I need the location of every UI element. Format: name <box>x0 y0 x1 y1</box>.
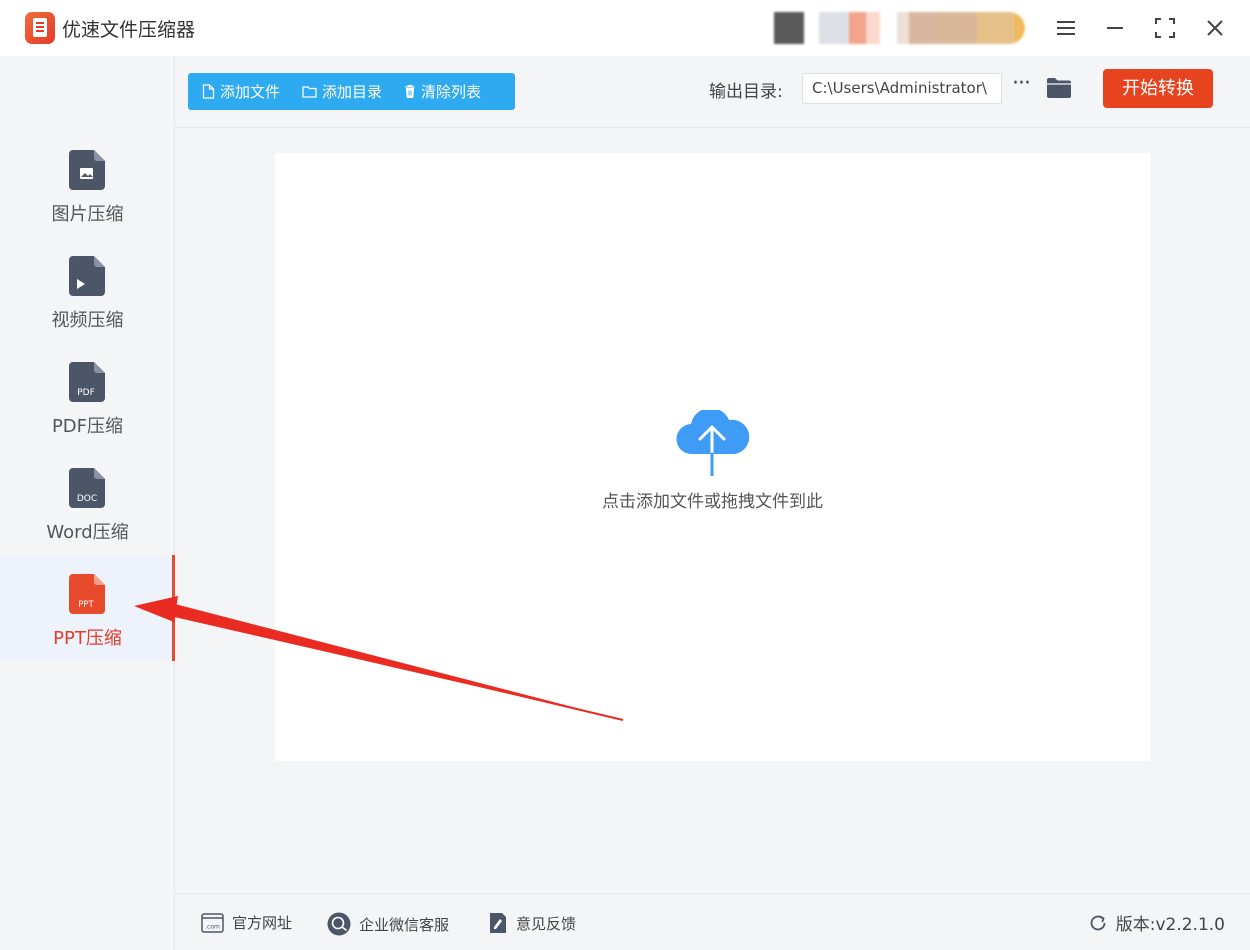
svg-text:PDF: PDF <box>77 388 95 398</box>
wechat-icon <box>327 912 351 936</box>
add-directory-label: 添加目录 <box>322 83 383 101</box>
wechat-service-label: 企业微信客服 <box>359 915 450 934</box>
maximize-icon[interactable] <box>1151 14 1179 42</box>
output-dir-label: 输出目录: <box>709 82 783 102</box>
sidebar-item-label: PDF压缩 <box>51 416 124 437</box>
sidebar-item-video-compress[interactable]: 视频压缩 <box>0 256 175 362</box>
add-directory-button[interactable]: 添加目录 <box>302 81 382 102</box>
file-drop-area[interactable]: 点击添加文件或拖拽文件到此 <box>275 153 1150 761</box>
refresh-icon[interactable] <box>1088 913 1108 933</box>
user-name-badge[interactable] <box>897 12 1025 44</box>
title-bar: 优速文件压缩器 <box>0 0 1250 56</box>
website-icon: .com <box>201 912 224 933</box>
add-file-label: 添加文件 <box>220 83 281 101</box>
version-info: 版本:v2.2.1.0 <box>1088 910 1225 935</box>
sidebar: 图片压缩 视频压缩 PDF PDF压缩 DOC Word压缩 PPT PPT压缩 <box>0 56 175 950</box>
clear-list-label: 清除列表 <box>421 83 482 101</box>
start-convert-button[interactable]: 开始转换 <box>1103 69 1213 108</box>
doc-file-icon: DOC <box>69 468 105 508</box>
close-icon[interactable] <box>1201 14 1229 42</box>
official-website-link[interactable]: .com 官方网址 <box>201 912 292 933</box>
app-title: 优速文件压缩器 <box>62 19 196 41</box>
open-folder-icon[interactable] <box>1046 76 1072 100</box>
feedback-link[interactable]: 意见反馈 <box>488 912 576 934</box>
cloud-upload-icon <box>676 410 750 476</box>
file-button-group: 添加文件 添加目录 清除列表 <box>188 73 515 110</box>
drop-hint-text: 点击添加文件或拖拽文件到此 <box>602 492 823 512</box>
svg-text:PPT: PPT <box>78 600 94 610</box>
wechat-service-link[interactable]: 企业微信客服 <box>327 912 449 936</box>
sidebar-item-label: Word压缩 <box>46 522 129 543</box>
user-avatar[interactable] <box>774 12 880 44</box>
sidebar-item-label: 图片压缩 <box>51 204 124 225</box>
feedback-label: 意见反馈 <box>516 914 577 933</box>
svg-text:DOC: DOC <box>77 494 97 504</box>
feedback-icon <box>490 913 506 933</box>
more-options-button[interactable]: ··· <box>1009 71 1033 101</box>
footer: .com 官方网址 企业微信客服 意见反馈 版本:v2.2.1.0 <box>175 893 1250 950</box>
minimize-icon[interactable] <box>1101 14 1129 42</box>
svg-text:.com: .com <box>205 923 220 930</box>
pdf-file-icon: PDF <box>69 362 105 402</box>
version-label: 版本:v2.2.1.0 <box>1115 915 1225 935</box>
sidebar-item-label: 视频压缩 <box>51 310 124 331</box>
sidebar-item-label: PPT压缩 <box>53 628 122 649</box>
sidebar-item-ppt-compress[interactable]: PPT PPT压缩 <box>0 555 175 661</box>
toolbar: 添加文件 添加目录 清除列表 输出目录: C:\Users\Administra… <box>175 56 1250 128</box>
active-indicator <box>172 555 175 661</box>
trash-icon <box>405 85 416 98</box>
official-website-label: 官方网址 <box>232 914 293 932</box>
sidebar-item-image-compress[interactable]: 图片压缩 <box>0 150 175 256</box>
app-logo <box>25 12 55 44</box>
file-icon <box>202 84 215 99</box>
add-file-button[interactable]: 添加文件 <box>202 81 280 102</box>
menu-icon[interactable] <box>1052 14 1080 42</box>
folder-outline-icon <box>302 86 317 98</box>
ppt-file-icon: PPT <box>69 574 105 614</box>
sidebar-item-pdf-compress[interactable]: PDF PDF压缩 <box>0 362 175 468</box>
video-file-icon <box>69 256 105 296</box>
output-dir-input[interactable]: C:\Users\Administrator\ <box>802 73 1002 104</box>
clear-list-button[interactable]: 清除列表 <box>404 81 481 102</box>
image-file-icon <box>69 150 105 190</box>
